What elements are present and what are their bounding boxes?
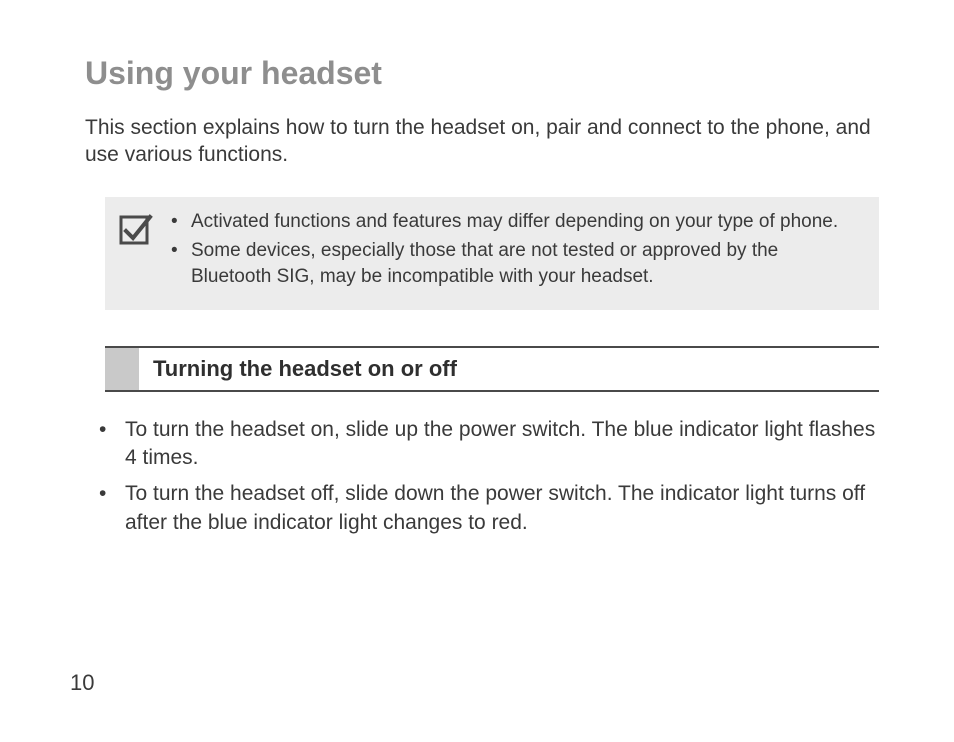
section-heading: Turning the headset on or off <box>105 346 879 392</box>
instruction-item: To turn the headset on, slide up the pow… <box>85 416 879 473</box>
note-item: Some devices, especially those that are … <box>167 238 861 289</box>
intro-paragraph: This section explains how to turn the he… <box>85 114 879 169</box>
page-number: 10 <box>70 670 94 696</box>
manual-page: Using your headset This section explains… <box>0 0 954 742</box>
note-item: Activated functions and features may dif… <box>167 209 861 235</box>
section-heading-label: Turning the headset on or off <box>139 348 471 390</box>
page-title: Using your headset <box>85 55 879 92</box>
heading-bar <box>105 348 139 390</box>
checkbox-icon <box>119 211 153 250</box>
instruction-item: To turn the headset off, slide down the … <box>85 480 879 537</box>
note-box: Activated functions and features may dif… <box>105 197 879 310</box>
instruction-list: To turn the headset on, slide up the pow… <box>85 416 879 537</box>
note-list: Activated functions and features may dif… <box>167 209 861 294</box>
